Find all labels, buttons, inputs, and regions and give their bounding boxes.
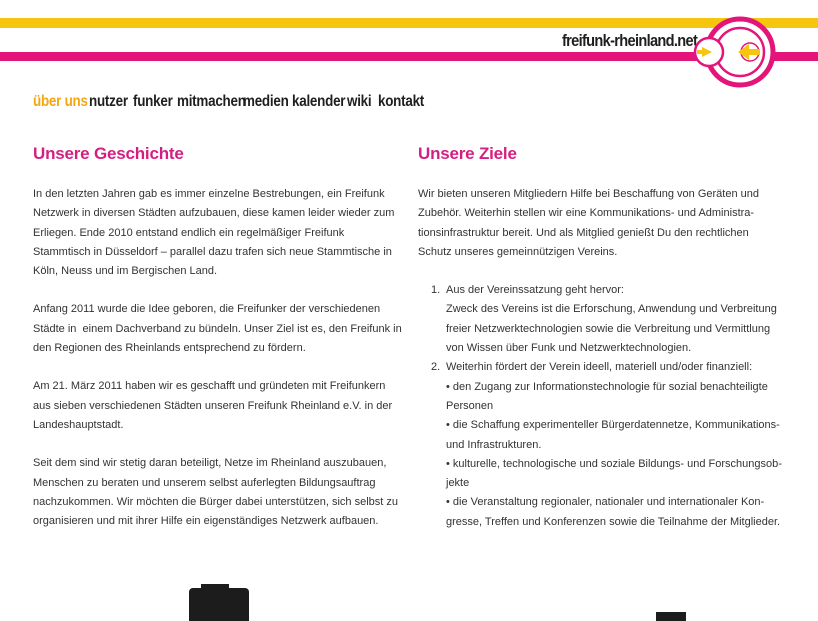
text-line: In den letzten Jahren gab es immer einze… <box>33 188 385 200</box>
text-line: • die Schaffung experimenteller Bürgerda… <box>446 419 780 432</box>
text-line: Weiterhin fördert der Verein ideell, mat… <box>446 361 753 374</box>
goals-intro: Wir bieten unseren Mitgliedern Hilfe bei… <box>418 185 813 262</box>
list-number: 1. <box>431 284 441 297</box>
text-line: Menschen zu beraten und unserem selbst a… <box>33 476 376 489</box>
nav-item-label[interactable]: funker <box>133 93 173 111</box>
text-line: aus sieben verschiedenen Städten unseren… <box>33 399 393 412</box>
nav-item-label[interactable]: wiki <box>347 93 372 111</box>
text-line: Netzwerk in diversen Städten aufzubauen,… <box>33 207 395 220</box>
history-paragraph-4: Seit dem sind wir stetig daran beteiligt… <box>33 454 403 531</box>
text-line: tionsinfrastruktur bereit. Und als Mitgl… <box>418 226 749 239</box>
nav-item-funker[interactable]: funker <box>133 93 177 115</box>
nav-item-label[interactable]: kontakt <box>378 93 424 111</box>
nav-item-label[interactable]: medien <box>243 93 289 111</box>
brand-name[interactable]: freifunk-rheinland.net <box>562 31 698 51</box>
text-line: Köln, Neuss und im Bergischen Land. <box>33 265 218 278</box>
nav-item-nutzer[interactable]: nutzer <box>89 93 133 115</box>
nav-item-label[interactable]: mitmachen <box>177 93 246 111</box>
skyline-silhouette-top <box>201 584 229 592</box>
text-line: Personen <box>446 399 494 412</box>
text-line: Zweck des Vereins ist die Erforschung, A… <box>446 303 777 316</box>
text-line: Wir bieten unseren Mitgliedern Hilfe bei… <box>418 188 759 200</box>
history-paragraph-3: Am 21. März 2011 haben wir es geschafft … <box>33 377 403 435</box>
text-line: • die Veranstaltung regionaler, national… <box>446 496 765 509</box>
text-line: Landeshauptstadt. <box>33 418 124 431</box>
text-line: freier Netzwerktechnologien sowie die Ve… <box>446 322 771 335</box>
nav-item-label[interactable]: kalender <box>292 93 346 111</box>
text-line: organisieren und mit ihrer Hilfe ein eig… <box>33 515 379 528</box>
list-item: 2. Weiterhin fördert der Verein ideell, … <box>418 358 813 532</box>
text-line: gresse, Treffen und Konferenzen sowie di… <box>446 515 781 528</box>
nav-item-mitmachen[interactable]: mitmachen <box>177 93 246 115</box>
freifunk-logo-icon[interactable] <box>692 14 780 92</box>
text-line: Stammtisch in Düsseldorf – parallel dazu… <box>33 245 392 258</box>
text-line: jekte <box>446 477 470 490</box>
text-line: Städte in einem Dachverband zu bündeln. … <box>33 322 402 335</box>
history-column: In den letzten Jahren gab es immer einze… <box>33 185 403 550</box>
nav-item-ueber-uns[interactable]: über uns <box>33 93 89 115</box>
main-nav: über uns nutzer funker mitmachen medien … <box>33 93 426 117</box>
text-line: von Wissen über Funk und Netzwerktechnol… <box>446 342 692 355</box>
text-line: Seit dem sind wir stetig daran beteiligt… <box>33 457 387 470</box>
goals-title: Unsere Ziele <box>418 144 517 163</box>
goals-list: 1. Aus der Vereinssatzung geht hervor: Z… <box>418 281 813 532</box>
nav-item-kalender[interactable]: kalender <box>292 93 347 115</box>
text-line: nachzukommen. Wir möchten die Bürger dab… <box>33 495 399 508</box>
text-line: • den Zugang zur Informationstechnologie… <box>446 380 768 393</box>
text-line: Anfang 2011 wurde die Idee geboren, die … <box>33 303 381 316</box>
goals-column: Wir bieten unseren Mitgliedern Hilfe bei… <box>418 185 813 532</box>
text-line: Zubehör. Weiterhin stellen wir eine Komm… <box>418 207 755 220</box>
text-line: den Regionen des Rheinlands entsprechend… <box>33 342 306 355</box>
text-line: Aus der Vereinssatzung geht hervor: <box>446 284 624 297</box>
history-paragraph-2: Anfang 2011 wurde die Idee geboren, die … <box>33 300 403 358</box>
skyline-silhouette <box>189 588 249 621</box>
text-line: und Infrastrukturen. <box>446 438 542 451</box>
text-line: Am 21. März 2011 haben wir es geschafft … <box>33 380 386 393</box>
text-line: Erliegen. Ende 2010 entstand endlich ein… <box>33 226 345 239</box>
skyline-silhouette-right <box>656 612 686 621</box>
history-paragraph-1: In den letzten Jahren gab es immer einze… <box>33 185 403 281</box>
nav-item-label[interactable]: über uns <box>33 93 88 111</box>
list-item: 1. Aus der Vereinssatzung geht hervor: Z… <box>418 281 813 358</box>
nav-item-medien[interactable]: medien <box>243 93 292 115</box>
text-line: • kulturelle, technologische und soziale… <box>446 457 782 470</box>
text-line: Schutz unseres gemeinnützigen Vereins. <box>418 245 618 258</box>
nav-item-wiki[interactable]: wiki <box>347 93 378 115</box>
history-title: Unsere Geschichte <box>33 144 184 163</box>
nav-item-kontakt[interactable]: kontakt <box>378 93 426 115</box>
nav-item-label[interactable]: nutzer <box>89 93 128 111</box>
list-number: 2. <box>431 361 441 374</box>
